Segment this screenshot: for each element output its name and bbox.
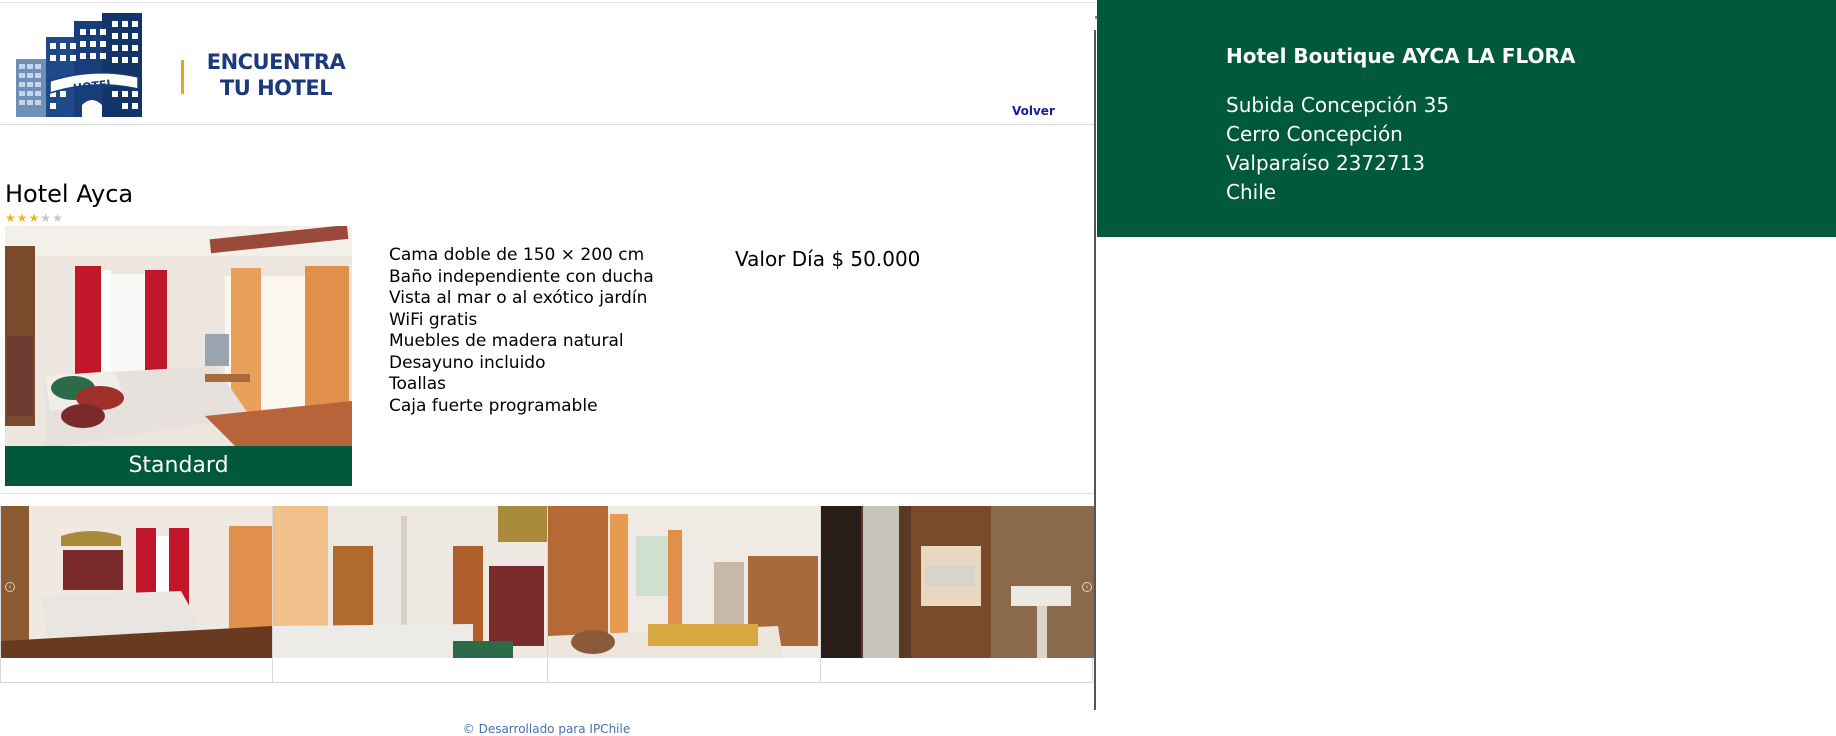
logo-separator bbox=[181, 60, 184, 94]
logo-text-line2: TU HOTEL bbox=[219, 76, 333, 100]
pane-divider bbox=[1094, 30, 1096, 710]
star-icon-empty: ★ bbox=[40, 211, 53, 225]
hotel-title: Hotel Ayca bbox=[5, 180, 134, 208]
hotel-info-box: Hotel Boutique AYCA LA FLORA Subida Conc… bbox=[1097, 0, 1836, 237]
amenity-item: Toallas bbox=[389, 374, 447, 394]
info-title: Hotel Boutique AYCA LA FLORA bbox=[1226, 44, 1576, 68]
room-photo bbox=[5, 226, 352, 446]
logo-building-label: HOTEL bbox=[72, 77, 114, 93]
address-line: Chile bbox=[1226, 180, 1277, 204]
main-pane: HOTEL ENCUENTRA TU HOTEL Volver Hotel Ay… bbox=[0, 0, 1098, 736]
header-divider bbox=[0, 124, 1096, 125]
site-header: HOTEL ENCUENTRA TU HOTEL Volver bbox=[0, 3, 1096, 124]
svg-text:HOTEL: HOTEL bbox=[72, 77, 114, 93]
hotel-building-icon bbox=[16, 13, 142, 117]
star-icon-filled: ★ bbox=[16, 211, 29, 225]
photo-gallery: ‹ › bbox=[0, 506, 1094, 683]
prev-arrow-icon[interactable]: ‹ bbox=[5, 582, 15, 592]
gallery-photo bbox=[821, 506, 1094, 658]
gallery-photo bbox=[548, 506, 820, 658]
amenity-item: Desayuno incluido bbox=[389, 352, 546, 373]
amenity-item: WiFi gratis bbox=[389, 309, 478, 330]
gallery-item[interactable] bbox=[548, 506, 821, 683]
star-rating: ★★★★★ bbox=[5, 212, 64, 224]
logo-wordmark: ENCUENTRA TU HOTEL bbox=[196, 49, 356, 101]
gallery-item[interactable] bbox=[273, 506, 548, 683]
amenity-item: Baño independiente con ducha bbox=[389, 266, 654, 287]
star-icon-empty: ★ bbox=[52, 211, 64, 225]
amenities-list: Cama doble de 150 × 200 cm Baño independ… bbox=[389, 245, 654, 417]
side-panel: Hotel Boutique AYCA LA FLORA Subida Conc… bbox=[1097, 0, 1836, 736]
logo-text-line1: ENCUENTRA bbox=[206, 50, 346, 74]
gallery-item[interactable]: › bbox=[821, 506, 1094, 683]
room-type-label: Standard bbox=[5, 446, 352, 486]
gallery-photo bbox=[273, 506, 547, 658]
amenity-item: Caja fuerte programable bbox=[389, 395, 598, 416]
amenity-item: Muebles de madera natural bbox=[389, 331, 624, 351]
gallery-item[interactable]: ‹ bbox=[1, 506, 273, 683]
address-line: Valparaíso 2372713 bbox=[1226, 151, 1426, 175]
site-logo[interactable]: HOTEL ENCUENTRA TU HOTEL bbox=[16, 11, 346, 119]
amenity-item: Vista al mar o al exótico jardín bbox=[389, 288, 648, 308]
section-divider bbox=[0, 493, 1096, 494]
back-link[interactable]: Volver bbox=[1012, 104, 1055, 118]
address-line: Subida Concepción 35 bbox=[1226, 93, 1450, 117]
footer-credit: © Desarrollado para IPChile bbox=[462, 722, 631, 736]
address-line: Cerro Concepción bbox=[1226, 122, 1403, 146]
next-arrow-icon[interactable]: › bbox=[1082, 582, 1092, 592]
amenity-item: Cama doble de 150 × 200 cm bbox=[389, 245, 645, 265]
star-icon-filled: ★ bbox=[5, 211, 17, 225]
room-card[interactable]: Standard bbox=[5, 226, 352, 486]
price-per-day: Valor Día $ 50.000 bbox=[735, 247, 921, 271]
gallery-photo bbox=[1, 506, 272, 658]
star-icon-filled: ★ bbox=[28, 211, 41, 225]
info-address: Subida Concepción 35 Cerro Concepción Va… bbox=[1226, 91, 1449, 207]
